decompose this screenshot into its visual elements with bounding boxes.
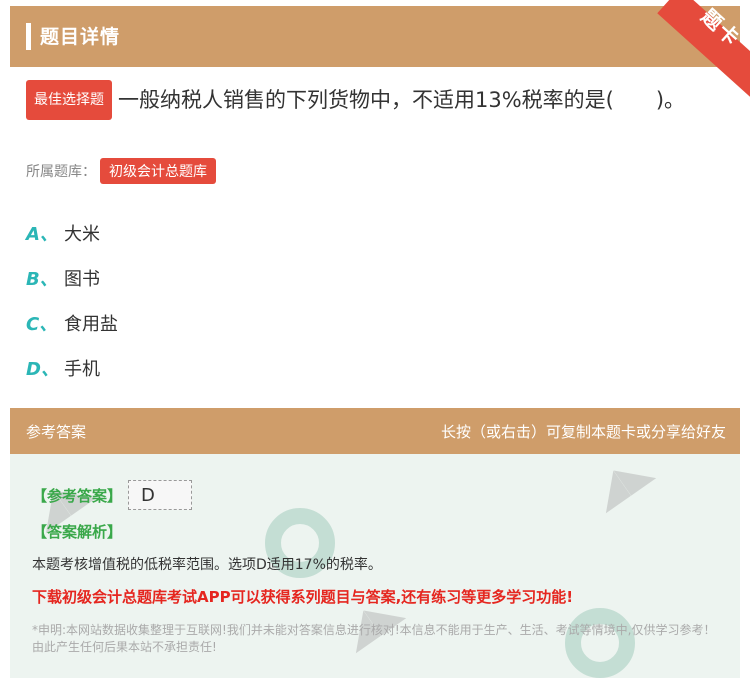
disclaimer: *申明:本网站数据收集整理于互联网!我们并未能对答案信息进行核对!本信息不能用于… <box>32 623 716 654</box>
option-b[interactable]: B、 图书 <box>26 255 118 300</box>
answer-header: 参考答案 长按（或右击）可复制本题卡或分享给好友 <box>10 408 740 454</box>
library-label: 所属题库： <box>26 164 96 180</box>
option-letter: D、 <box>26 358 59 380</box>
reference-answer-row: 【参考答案】 D <box>32 480 193 510</box>
options-list: A、 大米 B、 图书 C、 食用盐 D、 手机 <box>26 210 118 390</box>
analysis-label: 【答案解析】 <box>32 523 123 541</box>
reference-answer-label: 【参考答案】 <box>32 486 123 505</box>
question-text: 一般纳税人销售的下列货物中，不适用13%税率的是( )。 <box>118 88 686 112</box>
option-d[interactable]: D、 手机 <box>26 345 118 390</box>
answer-panel: ◢◣ ◢◣ ◢◣ 参考答案 长按（或右击）可复制本题卡或分享给好友 【参考答案】… <box>10 408 740 678</box>
analysis-text: 本题考核增值税的低税率范围。选项D适用17%的税率。 <box>32 557 382 573</box>
question-text-line: 最佳选择题 一般纳税人销售的下列货物中，不适用13%税率的是( )。 <box>26 80 726 120</box>
library-row: 所属题库： 初级会计总题库 <box>26 158 216 184</box>
option-text: 食用盐 <box>64 313 118 335</box>
option-text: 图书 <box>64 268 100 290</box>
share-hint: 长按（或右击）可复制本题卡或分享给好友 <box>440 423 726 441</box>
answer-header-label: 参考答案 <box>26 423 87 441</box>
header-bar: 题目详情 <box>10 6 740 67</box>
page-title: 题目详情 <box>40 26 121 48</box>
watermark-icon: ◢◣ <box>582 444 660 518</box>
option-c[interactable]: C、 食用盐 <box>26 300 118 345</box>
download-promo-link[interactable]: 下载初级会计总题库考试APP可以获得系列题目与答案,还有练习等更多学习功能! <box>32 586 573 607</box>
header-accent <box>26 23 31 50</box>
option-letter: C、 <box>26 313 58 335</box>
option-a[interactable]: A、 大米 <box>26 210 118 255</box>
option-letter: A、 <box>26 223 58 245</box>
library-badge[interactable]: 初级会计总题库 <box>100 158 216 184</box>
option-text: 手机 <box>64 358 100 380</box>
reference-answer-value: D <box>128 480 193 510</box>
question-block: 最佳选择题 一般纳税人销售的下列货物中，不适用13%税率的是( )。 <box>26 80 726 120</box>
option-letter: B、 <box>26 268 58 290</box>
question-type-badge: 最佳选择题 <box>26 80 112 120</box>
option-text: 大米 <box>64 223 100 245</box>
